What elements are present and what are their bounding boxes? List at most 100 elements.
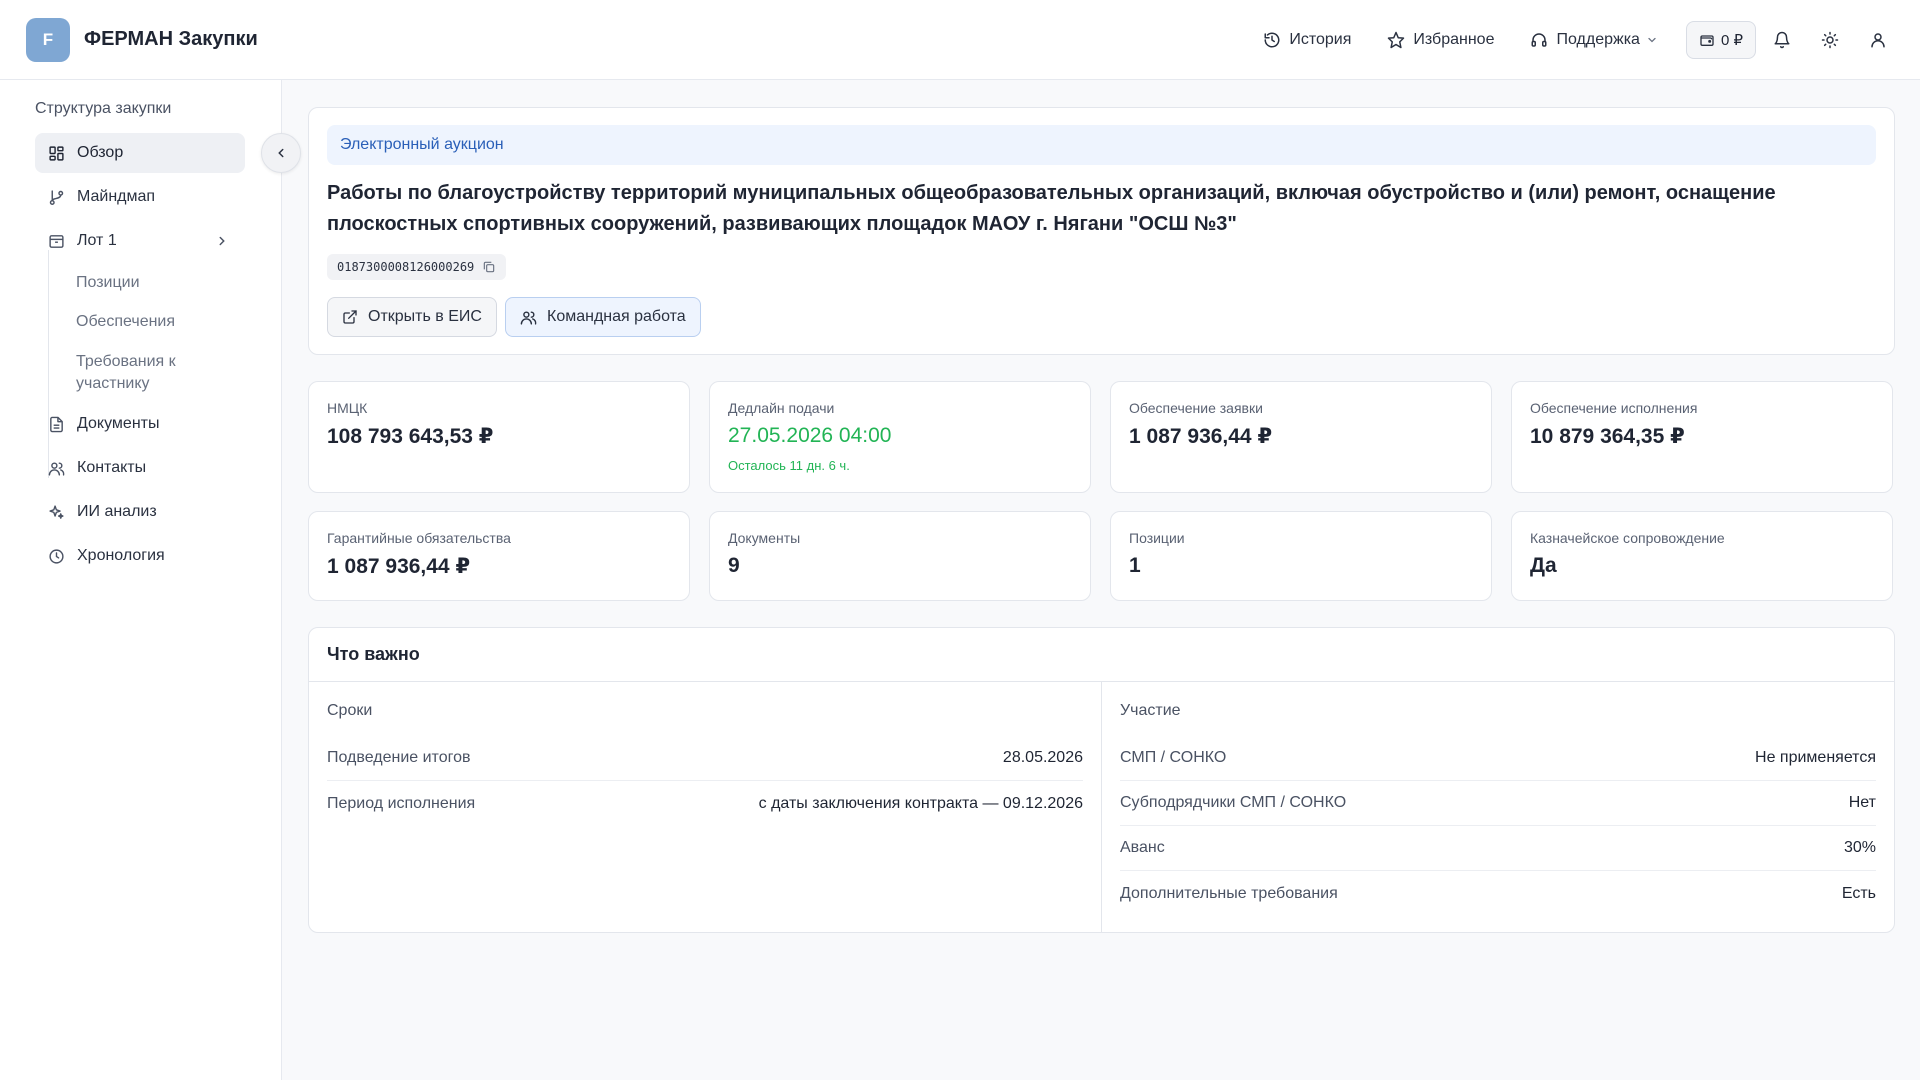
wallet-balance: 0 ₽ [1720, 31, 1743, 49]
nav-history[interactable]: История [1251, 20, 1363, 60]
app-title[interactable]: ФЕРМАН Закупки [84, 28, 258, 51]
sidebar-item-label: ИИ анализ [77, 503, 157, 520]
registry-number-text: 0187300008126000269 [337, 260, 475, 274]
history-icon [1264, 32, 1280, 47]
chevron-right-icon [219, 236, 225, 246]
nav-history-label: История [1289, 30, 1352, 48]
terms-row: Период исполнения с даты заключения конт… [327, 781, 1083, 826]
sidebar-item-label: Лот 1 [77, 232, 117, 249]
row-value: 28.05.2026 [1002, 749, 1083, 766]
chevron-down-icon [1648, 37, 1656, 42]
registry-number[interactable]: 0187300008126000269 [327, 254, 507, 280]
stat-value: 1 087 936,44 ₽ [327, 555, 471, 578]
sidebar-collapse-button[interactable] [261, 133, 301, 173]
stat-card-treasury: Казначейское сопровождение Да [1511, 511, 1893, 601]
stat-card-nmck: НМЦК 108 793 643,53 ₽ [308, 381, 690, 493]
nav-support-label: Поддержка [1556, 30, 1640, 48]
sidebar-item-mindmap[interactable]: Майндмап [35, 177, 245, 217]
stat-card-warranty: Гарантийные обязательства 1 087 936,44 ₽ [308, 511, 690, 601]
stat-value: Да [1530, 554, 1557, 577]
stat-value: 9 [728, 554, 740, 577]
sidebar-item-contacts[interactable]: Контакты [35, 448, 245, 488]
participation-section: Участие СМП / СОНКО Не применяется Субпо… [1102, 682, 1894, 932]
sidebar-subitem-securities[interactable]: Обеспечения [76, 311, 246, 333]
star-icon [1388, 31, 1405, 48]
git-branch-icon [49, 189, 64, 205]
stat-label: Гарантийные обязательства [327, 530, 511, 546]
row-value: Нет [1848, 794, 1876, 811]
wallet-button[interactable]: 0 ₽ [1685, 20, 1756, 59]
stat-value: 1 [1129, 554, 1141, 577]
procedure-type-badge: Электронный аукцион [327, 125, 1876, 165]
terms-title: Сроки [327, 702, 373, 719]
sidebar-item-label: Документы [77, 415, 160, 432]
important-title: Что важно [309, 628, 1894, 682]
copy-icon[interactable] [482, 260, 496, 274]
sidebar-title: Структура закупки [35, 100, 172, 117]
nav-support[interactable]: Поддержка [1518, 20, 1669, 60]
theme-toggle[interactable] [1808, 20, 1852, 60]
stat-label: Позиции [1129, 530, 1185, 546]
procurement-title: Работы по благоустройству территорий мун… [327, 182, 1776, 235]
app-logo[interactable]: F [26, 17, 70, 62]
terms-section: Сроки Подведение итогов 28.05.2026 Перио… [309, 682, 1102, 932]
participation-title: Участие [1120, 702, 1181, 719]
participation-row: СМП / СОНКО Не применяется [1120, 736, 1876, 781]
sidebar-item-label: Обзор [77, 144, 124, 161]
row-key: Дополнительные требования [1120, 884, 1338, 902]
sidebar-item-lot[interactable]: Лот 1 [35, 221, 245, 261]
sidebar-subitem-requirements[interactable]: Требования к участнику [76, 351, 246, 395]
stat-card-performance-security: Обеспечение исполнения 10 879 364,35 ₽ [1511, 381, 1893, 493]
sidebar-item-label: Майндмап [77, 188, 156, 205]
stat-value: 108 793 643,53 ₽ [327, 425, 494, 448]
sidebar-item-label: Хронология [77, 547, 165, 564]
wallet-icon [1700, 34, 1714, 46]
notifications-button[interactable] [1760, 20, 1804, 60]
sidebar-item-timeline[interactable]: Хронология [35, 536, 245, 576]
stat-value: 1 087 936,44 ₽ [1129, 425, 1273, 448]
team-work-label: Командная работа [547, 308, 686, 325]
open-eis-label: Открыть в ЕИС [368, 308, 482, 325]
participation-row: Дополнительные требования Есть [1120, 871, 1876, 916]
app-header: F ФЕРМАН Закупки История Избранное Подде… [0, 0, 1920, 80]
team-work-button[interactable]: Командная работа [505, 297, 701, 337]
stat-card-positions: Позиции 1 [1110, 511, 1492, 601]
stat-label: Обеспечение исполнения [1530, 400, 1698, 416]
users-icon [48, 461, 65, 476]
nav-favorites[interactable]: Избранное [1375, 20, 1506, 60]
sidebar-item-documents[interactable]: Документы [35, 404, 245, 444]
sparkles-icon [49, 504, 64, 519]
sun-icon [1821, 31, 1839, 48]
row-value: Не применяется [1755, 749, 1876, 766]
deadline-remaining: Осталось 11 дн. 6 ч. [728, 458, 850, 473]
users-icon [520, 310, 537, 325]
stat-label: Казначейское сопровождение [1530, 530, 1725, 546]
user-icon [1871, 32, 1885, 47]
row-key: Подведение итогов [327, 749, 471, 766]
row-key: Период исполнения [327, 794, 476, 812]
procurement-summary-card: Электронный аукцион Работы по благоустро… [308, 107, 1895, 355]
nav-favorites-label: Избранное [1413, 30, 1495, 48]
stat-card-documents: Документы 9 [709, 511, 1091, 601]
dashboard-icon [49, 145, 64, 161]
sidebar-subitem-positions[interactable]: Позиции [76, 272, 246, 294]
profile-button[interactable] [1856, 20, 1900, 60]
row-key: Субподрядчики СМП / СОНКО [1120, 794, 1347, 811]
stat-label: НМЦК [327, 400, 368, 416]
open-eis-button[interactable]: Открыть в ЕИС [327, 297, 497, 337]
sidebar-item-ai[interactable]: ИИ анализ [35, 492, 245, 532]
stat-value: 27.05.2026 04:00 [728, 424, 892, 447]
row-value: Есть [1841, 884, 1876, 902]
headset-icon [1531, 32, 1547, 47]
sidebar-item-label: Контакты [77, 459, 147, 476]
package-icon [49, 234, 64, 248]
sidebar-item-overview[interactable]: Обзор [35, 133, 245, 173]
brand[interactable]: F ФЕРМАН Закупки [26, 17, 258, 62]
clock-icon [49, 548, 64, 564]
chevron-left-icon [278, 148, 284, 158]
main-content: Электронный аукцион Работы по благоустро… [282, 80, 1920, 1080]
file-text-icon [50, 416, 63, 432]
stat-label: Обеспечение заявки [1129, 400, 1263, 416]
terms-row: Подведение итогов 28.05.2026 [327, 736, 1083, 781]
stat-label: Документы [728, 530, 801, 546]
